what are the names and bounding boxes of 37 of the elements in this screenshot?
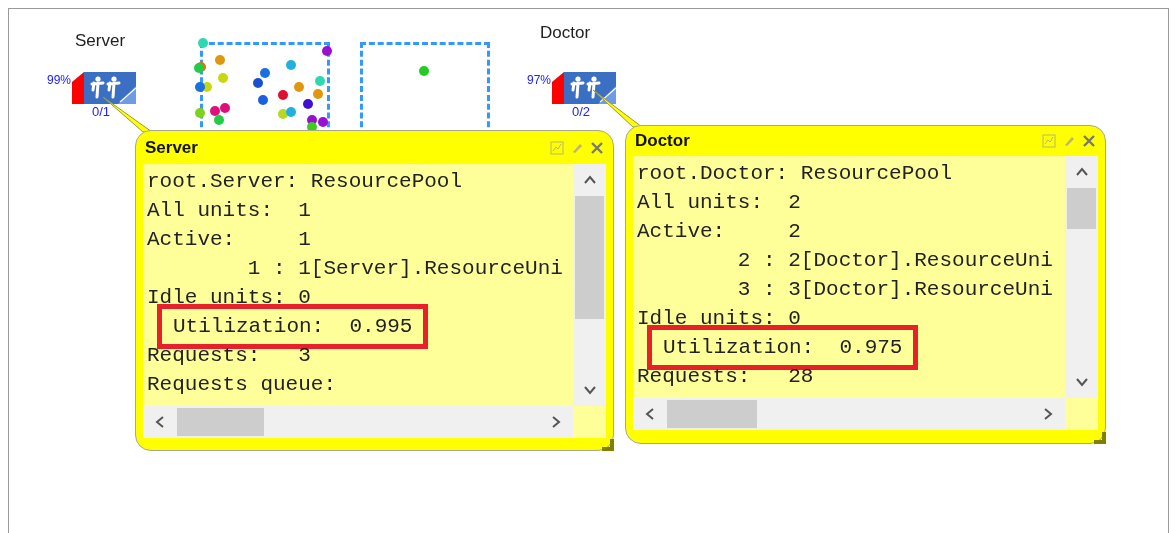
scroll-thumb[interactable] xyxy=(667,400,757,428)
horizontal-scrollbar[interactable] xyxy=(633,398,1065,430)
text-line: Requests queue: xyxy=(147,373,337,396)
resource-pool-icon[interactable] xyxy=(564,72,616,104)
text-line: Active: 2 xyxy=(637,220,801,243)
close-icon[interactable] xyxy=(1082,134,1096,148)
highlighted-text: Utilization: 0.975 xyxy=(647,325,919,370)
utilization-label: 99% xyxy=(46,73,72,89)
scroll-thumb[interactable] xyxy=(1067,188,1096,229)
highlighted-text: Utilization: 0.995 xyxy=(157,304,429,349)
vertical-scrollbar[interactable] xyxy=(573,164,606,406)
scroll-thumb[interactable] xyxy=(177,408,264,436)
units-label: 0/1 xyxy=(92,104,111,120)
text-line: root.Server: ResourcePool xyxy=(147,170,463,193)
pencil-icon[interactable] xyxy=(1062,134,1076,148)
text-line: root.Doctor: ResourcePool xyxy=(637,162,953,185)
utilization-label: 97% xyxy=(526,73,552,89)
units-label: 0/2 xyxy=(572,104,591,120)
text-line: All units: 2 xyxy=(637,191,801,214)
pool-name: Server xyxy=(75,31,126,51)
window-title: Server xyxy=(145,137,198,158)
text-line: 1 : 1[Server].ResourceUni xyxy=(246,257,563,280)
text-line: Active: 1 xyxy=(147,228,311,251)
pool-name: Doctor xyxy=(540,23,591,43)
scroll-thumb[interactable] xyxy=(575,196,604,319)
horizontal-scrollbar[interactable] xyxy=(143,406,573,438)
text-line: 3 : 3[Doctor].ResourceUni xyxy=(736,278,1053,301)
resource-pool-icon[interactable] xyxy=(84,72,136,104)
resize-grip[interactable] xyxy=(602,439,614,451)
window-title: Doctor xyxy=(635,131,690,151)
text-line: 2 : 2[Doctor].ResourceUni xyxy=(736,249,1053,272)
vertical-scrollbar[interactable] xyxy=(1065,156,1098,398)
text-line: All units: 1 xyxy=(147,199,311,222)
scrollbar-corner xyxy=(573,406,606,438)
close-icon[interactable] xyxy=(590,140,604,155)
scrollbar-corner xyxy=(1065,398,1098,430)
resize-grip[interactable] xyxy=(1094,432,1106,444)
